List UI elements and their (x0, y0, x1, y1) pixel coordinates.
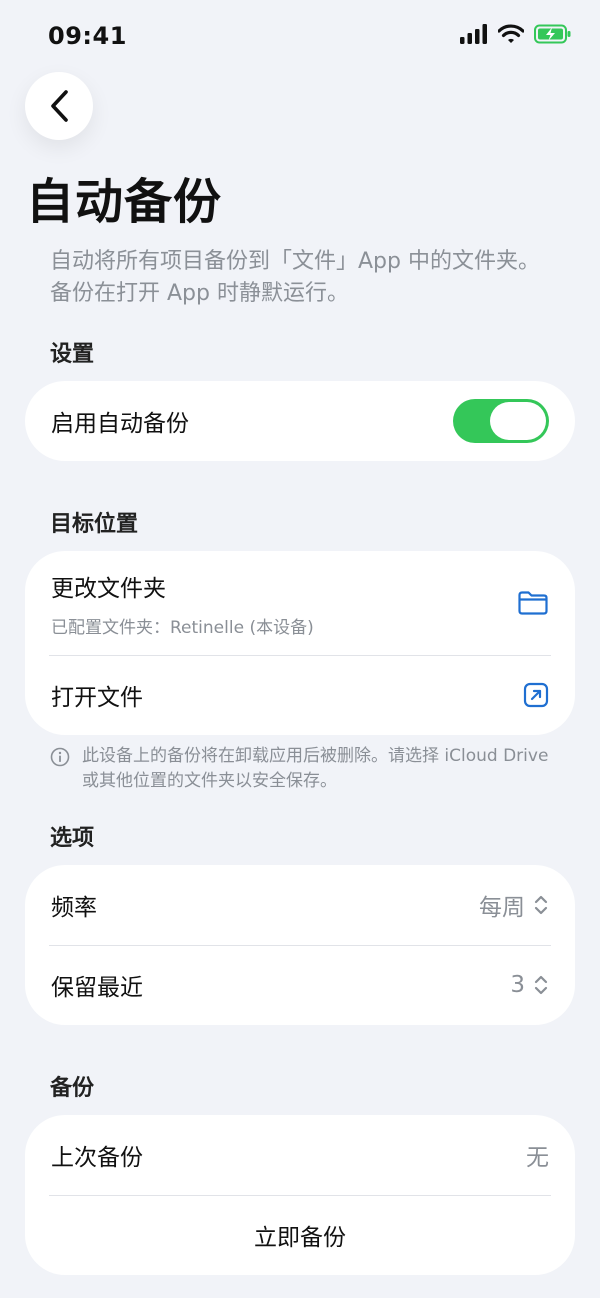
last-backup-value: 无 (526, 1145, 549, 1171)
cellular-signal-icon (460, 24, 487, 44)
status-bar: 09:41 (0, 0, 600, 72)
frequency-label: 频率 (51, 895, 97, 921)
backup-note: 此设备上的备份将在卸载应用后被删除。请选择 iCloud Drive 或其他位置… (50, 744, 560, 794)
last-backup-row: 上次备份 无 (25, 1115, 575, 1195)
configured-folder-text: 已配置文件夹：Retinelle (本设备) (51, 617, 314, 638)
frequency-value: 每周 (479, 895, 525, 921)
settings-card: 启用自动备份 (25, 381, 575, 461)
battery-charging-icon (534, 24, 571, 44)
page-title: 自动备份 (26, 174, 223, 230)
keep-recent-label: 保留最近 (51, 975, 143, 1001)
frequency-picker[interactable]: 每周 (479, 888, 549, 922)
destination-card: 更改文件夹 已配置文件夹：Retinelle (本设备) 打开文件 (25, 551, 575, 735)
open-files-row[interactable]: 打开文件 (25, 655, 575, 735)
auto-backup-row[interactable]: 启用自动备份 (25, 381, 575, 461)
folder-icon-wrap (517, 590, 549, 616)
page-description: 自动将所有项目备份到「文件」App 中的文件夹。备份在打开 App 时静默运行。 (50, 249, 540, 306)
section-title-backup: 备份 (50, 1076, 95, 1101)
external-link-icon (523, 682, 549, 708)
status-time: 09:41 (48, 22, 127, 50)
open-files-label: 打开文件 (51, 685, 143, 711)
last-backup-label: 上次备份 (51, 1145, 143, 1171)
auto-backup-toggle[interactable] (453, 399, 549, 443)
section-title-options: 选项 (50, 826, 95, 851)
keep-recent-row[interactable]: 保留最近 3 (25, 945, 575, 1025)
wifi-icon (498, 24, 524, 43)
folder-icon (518, 591, 548, 615)
section-title-destination: 目标位置 (50, 512, 139, 537)
frequency-row[interactable]: 频率 每周 (25, 865, 575, 945)
toggle-knob (490, 402, 546, 440)
section-title-settings: 设置 (50, 342, 95, 367)
status-icons (460, 24, 572, 44)
change-folder-row[interactable]: 更改文件夹 已配置文件夹：Retinelle (本设备) (25, 551, 575, 655)
chevron-left-icon (51, 90, 68, 122)
last-backup-value-wrap: 无 (526, 1138, 549, 1172)
keep-recent-picker[interactable]: 3 (510, 972, 549, 998)
chevron-up-down-icon (534, 975, 548, 995)
external-link-icon-wrap (523, 682, 549, 708)
back-button[interactable] (25, 72, 93, 140)
note-text: 此设备上的备份将在卸载应用后被删除。请选择 iCloud Drive 或其他位置… (82, 746, 549, 791)
info-icon (50, 747, 70, 767)
backup-now-button[interactable]: 立即备份 (25, 1195, 575, 1275)
options-card: 频率 每周 保留最近 3 (25, 865, 575, 1025)
auto-backup-label: 启用自动备份 (51, 411, 189, 437)
backup-now-label: 立即备份 (254, 1225, 346, 1251)
backup-card: 上次备份 无 立即备份 (25, 1115, 575, 1275)
change-folder-label: 更改文件夹 (51, 575, 166, 602)
keep-recent-value: 3 (510, 972, 525, 998)
chevron-up-down-icon (534, 895, 548, 915)
change-folder-text: 更改文件夹 已配置文件夹：Retinelle (本设备) (51, 569, 314, 638)
